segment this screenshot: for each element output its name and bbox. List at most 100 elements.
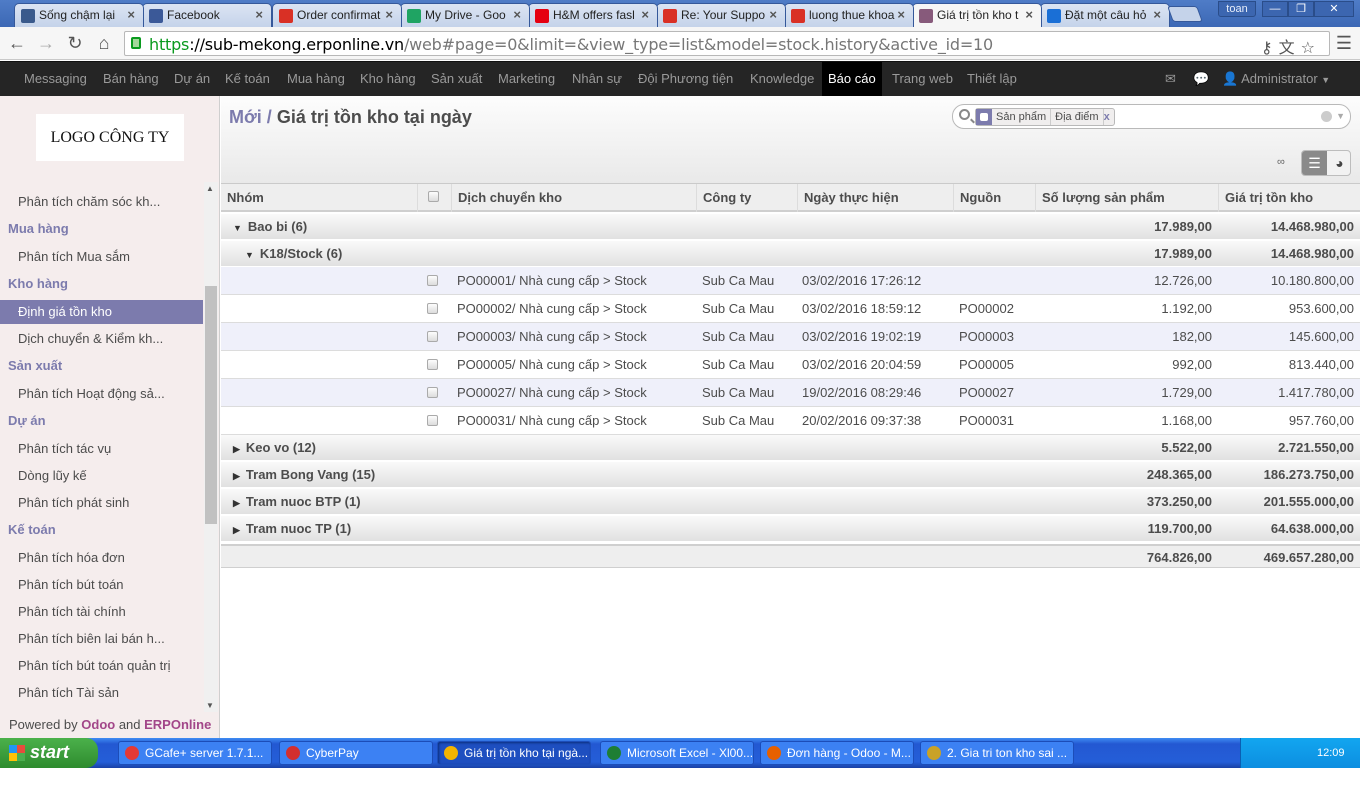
sidebar-item[interactable]: Phân tích Hoạt động sả...	[0, 382, 203, 406]
breadcrumb-prev[interactable]: Mới	[229, 107, 262, 127]
taskbar-item[interactable]: Microsoft Excel - Xl00...	[600, 741, 754, 765]
clear-search-icon[interactable]	[1321, 111, 1332, 122]
subgroup-row[interactable]: ▼ K18/Stock (6) 17.989,00 14.468.980,00	[221, 241, 1360, 267]
topnav-item[interactable]: Kho hàng	[354, 62, 422, 96]
topnav-item[interactable]: Dự án	[168, 62, 216, 96]
sidebar-item-cut[interactable]: Phân tích Khiếu nại	[0, 172, 203, 176]
column-header[interactable]: Nhóm	[221, 184, 417, 212]
odoo-link[interactable]: Odoo	[81, 717, 115, 732]
new-tab-button[interactable]	[1167, 6, 1203, 22]
browser-menu-icon[interactable]: ☰	[1336, 33, 1352, 54]
close-tab-icon[interactable]: ×	[1025, 7, 1033, 22]
sidebar-item[interactable]: Phân tích tác vụ	[0, 437, 203, 461]
search-facet-group-by[interactable]: Sản phẩm Địa điểm x	[975, 108, 1115, 126]
row-checkbox[interactable]	[427, 415, 438, 426]
column-header[interactable]: Số lượng sản phẩm	[1035, 184, 1218, 212]
browser-tab[interactable]: Giá trị tồn kho t ×	[912, 3, 1042, 28]
topnav-item[interactable]: Kế toán	[219, 62, 276, 96]
group-row[interactable]: ▼ Bao bi (6) 17.989,00 14.468.980,00	[221, 214, 1360, 240]
sidebar-scrollbar[interactable]: ▲ ▼	[204, 182, 218, 712]
chat-icon[interactable]: 💬	[1193, 62, 1209, 96]
group-row[interactable]: ▶ Tram nuoc TP (1) 119.700,00 64.638.000,00	[221, 516, 1360, 542]
browser-tab[interactable]: H&M offers fasl ×	[528, 3, 658, 27]
browser-tab[interactable]: luong thue khoa ×	[784, 3, 914, 27]
user-menu[interactable]: 👤 Administrator ▼	[1222, 62, 1330, 96]
row-checkbox[interactable]	[427, 359, 438, 370]
close-tab-icon[interactable]: ×	[641, 7, 649, 22]
bookmark-star-icon[interactable]: ☆	[1301, 38, 1321, 57]
close-tab-icon[interactable]: ×	[255, 7, 263, 22]
browser-tab[interactable]: Order confirmat ×	[272, 3, 402, 27]
group-row[interactable]: ▶ Tram nuoc BTP (1) 373.250,00 201.555.000,…	[221, 489, 1360, 515]
row-checkbox[interactable]	[427, 275, 438, 286]
topnav-item[interactable]: Marketing	[492, 62, 561, 96]
browser-tab[interactable]: Re: Your Suppo ×	[656, 3, 786, 27]
scrollbar-thumb[interactable]	[205, 286, 217, 524]
scroll-down-icon[interactable]: ▼	[206, 701, 214, 710]
sidebar-item[interactable]: Phân tích bút toán quản trị	[0, 654, 203, 678]
sidebar-item[interactable]: Phân tích hóa đơn	[0, 546, 203, 570]
topnav-item[interactable]: Knowledge	[744, 62, 820, 96]
sidebar-item[interactable]: Dòng lũy kế	[0, 464, 203, 488]
row-checkbox[interactable]	[427, 331, 438, 342]
sidebar-item[interactable]: Dịch chuyển & Kiểm kh...	[0, 327, 203, 351]
close-tab-icon[interactable]: ×	[513, 7, 521, 22]
browser-tab[interactable]: Sống chậm lại ×	[14, 3, 144, 27]
sidebar-item[interactable]: Phân tích Mua sắm	[0, 245, 203, 269]
column-header[interactable]: Ngày thực hiện	[797, 184, 953, 212]
sidebar-item[interactable]: Phân tích chăm sóc kh...	[0, 190, 203, 214]
mail-icon[interactable]: ✉	[1165, 62, 1176, 96]
browser-tab[interactable]: Đặt một câu hỏ ×	[1040, 3, 1170, 27]
key-icon[interactable]: ⚷	[1261, 38, 1279, 57]
browser-tab[interactable]: Facebook ×	[142, 3, 272, 27]
topnav-item[interactable]: Messaging	[18, 62, 93, 96]
topnav-item[interactable]: Trang web	[886, 62, 959, 96]
topnav-item[interactable]: Thiết lập	[961, 62, 1023, 96]
translate-icon[interactable]: 文	[1279, 38, 1301, 57]
reload-icon[interactable]: ↻	[64, 33, 86, 54]
list-view-icon[interactable]: ☰	[1302, 151, 1327, 175]
restore-button[interactable]: ❐	[1288, 1, 1314, 17]
erponline-link[interactable]: ERPOnline	[144, 717, 211, 732]
search-bar[interactable]: Sản phẩm Địa điểm x ▼	[952, 104, 1351, 129]
close-tab-icon[interactable]: ×	[769, 7, 777, 22]
column-header[interactable]: Công ty	[696, 184, 797, 212]
column-header[interactable]: Nguồn	[953, 184, 1035, 212]
close-tab-icon[interactable]: ×	[897, 7, 905, 22]
topnav-item[interactable]: Báo cáo	[822, 62, 882, 96]
start-button[interactable]: start	[0, 738, 98, 768]
taskbar-item[interactable]: Giá trị tồn kho tại ngà...	[437, 741, 591, 765]
topnav-item[interactable]: Bán hàng	[97, 62, 165, 96]
sidebar-item[interactable]: Phân tích bút toán	[0, 573, 203, 597]
group-row[interactable]: ▶ Keo vo (12) 5.522,00 2.721.550,00	[221, 435, 1360, 461]
column-header[interactable]: Giá trị tồn kho	[1218, 184, 1360, 212]
taskbar-item[interactable]: Đơn hàng - Odoo - M...	[760, 741, 914, 765]
browser-tab[interactable]: My Drive - Goo ×	[400, 3, 530, 27]
back-icon[interactable]: ←	[6, 33, 28, 54]
sidebar-item[interactable]: Phân tích phát sinh	[0, 491, 203, 515]
table-row[interactable]: PO00002/ Nhà cung cấp > Stock Sub Ca Mau 0…	[221, 295, 1360, 323]
close-tab-icon[interactable]: ×	[385, 7, 393, 22]
topnav-item[interactable]: Nhân sự	[566, 62, 628, 96]
sidebar-item[interactable]: Phân tích Tài sản	[0, 681, 203, 705]
close-tab-icon[interactable]: ×	[1153, 7, 1161, 22]
home-icon[interactable]: ⌂	[93, 33, 115, 54]
table-row[interactable]: PO00003/ Nhà cung cấp > Stock Sub Ca Mau 0…	[221, 323, 1360, 351]
table-row[interactable]: PO00001/ Nhà cung cấp > Stock Sub Ca Mau 0…	[221, 267, 1360, 295]
close-tab-icon[interactable]: ×	[127, 7, 135, 22]
row-checkbox[interactable]	[427, 387, 438, 398]
graph-view-icon[interactable]: ◕	[1327, 151, 1350, 175]
table-row[interactable]: PO00027/ Nhà cung cấp > Stock Sub Ca Mau 1…	[221, 379, 1360, 407]
taskbar-item[interactable]: GCafe+ server 1.7.1...	[118, 741, 272, 765]
close-window-button[interactable]: ✕	[1314, 1, 1354, 17]
clock[interactable]: 12:09 PM	[1317, 747, 1345, 789]
taskbar-item[interactable]: CyberPay	[279, 741, 433, 765]
table-row[interactable]: PO00005/ Nhà cung cấp > Stock Sub Ca Mau 0…	[221, 351, 1360, 379]
search-options-chevron-icon[interactable]: ▼	[1336, 111, 1345, 121]
sidebar-item[interactable]: Định giá tồn kho	[0, 300, 203, 324]
minimize-button[interactable]: —	[1262, 1, 1288, 17]
topnav-item[interactable]: Mua hàng	[281, 62, 351, 96]
browser-user-badge[interactable]: toan	[1218, 1, 1256, 17]
taskbar-item[interactable]: 2. Gia tri ton kho sai ...	[920, 741, 1074, 765]
topnav-item[interactable]: Đội Phương tiện	[632, 62, 739, 96]
